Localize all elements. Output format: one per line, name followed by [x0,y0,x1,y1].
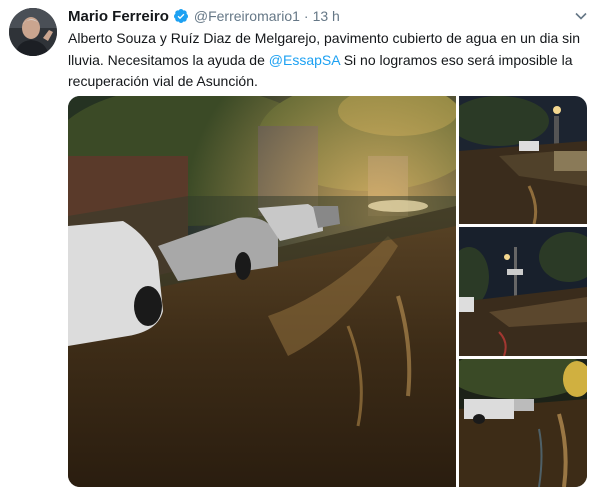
author-name[interactable]: Mario Ferreiro [68,8,169,25]
tweet-card[interactable]: Mario Ferreiro @Ferreiromario1 · 13 h Al… [0,0,600,493]
author-handle[interactable]: @Ferreiromario1 [194,8,300,24]
chevron-down-icon[interactable] [574,9,588,23]
tweet-timestamp[interactable]: 13 h [313,8,340,24]
flooded-street-photo-3[interactable] [459,227,587,356]
tweet-header: Mario Ferreiro @Ferreiromario1 · 13 h [68,6,340,26]
verified-badge-icon [173,9,188,23]
flooded-street-photo-4[interactable] [459,359,587,487]
separator-dot: · [303,8,309,24]
media-grid [68,96,587,487]
flooded-street-photo-2[interactable] [459,96,587,224]
flooded-street-main-photo[interactable] [68,96,456,487]
tweet-text: Alberto Souza y Ruíz Diaz de Melgarejo, … [68,28,588,93]
profile-avatar[interactable] [9,8,57,56]
mention-link[interactable]: @EssapSA [269,52,340,68]
